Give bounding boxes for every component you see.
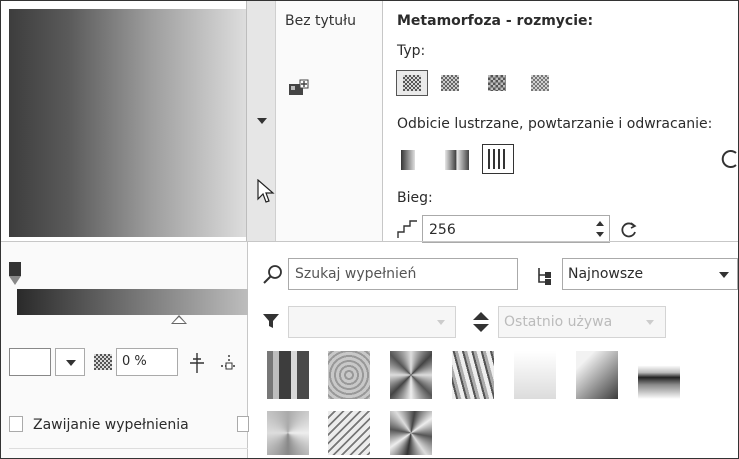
reset-steps-icon[interactable]: [620, 221, 638, 239]
fill-type-heading: Metamorfoza - rozmycie:: [397, 13, 594, 29]
wrap-fill-label: Zawijanie wypełnienia: [33, 417, 189, 433]
steps-spinner[interactable]: [590, 216, 610, 242]
gradient-preview: [9, 9, 247, 237]
sort-tree-icon: [538, 268, 551, 285]
left-bottom-line: [9, 448, 248, 449]
second-checkbox[interactable]: [237, 416, 249, 432]
transparency-value: 0 %: [122, 354, 147, 369]
recent-value: Ostatnio używa: [504, 314, 613, 330]
fill-thumb-1[interactable]: [267, 351, 309, 399]
steps-value: 256: [429, 222, 456, 238]
fill-thumb-4[interactable]: [452, 351, 494, 399]
fill-thumb-9[interactable]: [328, 411, 370, 455]
funnel-icon[interactable]: [262, 312, 280, 330]
fill-thumb-2[interactable]: [328, 351, 370, 399]
type-button-4[interactable]: [531, 75, 549, 91]
mirror-repeat-button[interactable]: [445, 150, 469, 170]
gradient-bar[interactable]: [17, 289, 248, 315]
filter-dropdown[interactable]: [288, 306, 456, 338]
mirror-reverse-button[interactable]: [482, 144, 514, 174]
mirror-label: Odbicie lustrzane, powtarzanie i odwraca…: [397, 116, 713, 132]
mouse-pointer-icon: [257, 179, 275, 203]
chevron-down-icon: [66, 360, 76, 366]
fill-thumb-10[interactable]: [390, 411, 432, 455]
steps-icon: [397, 220, 417, 238]
sort-chevron-down-icon: [719, 272, 729, 278]
transparency-icon: [94, 354, 112, 370]
color-stop-handle[interactable]: [9, 262, 21, 276]
sort-value: Najnowsze: [568, 266, 644, 282]
node-position-icon[interactable]: [188, 352, 206, 374]
node-align-icon[interactable]: [217, 354, 241, 374]
sort-updown-icon[interactable]: [471, 311, 491, 333]
type-label: Typ:: [397, 43, 426, 59]
search-placeholder: Szukaj wypełnień: [295, 266, 417, 282]
add-fill-icon[interactable]: [288, 79, 310, 97]
search-icon: [263, 265, 282, 284]
refresh-icon[interactable]: [721, 148, 739, 170]
fill-properties-window: Bez tytułu Metamorfoza - rozmycie: Typ: …: [0, 0, 739, 459]
midpoint-marker-inner: [173, 317, 185, 323]
object-column: [276, 1, 383, 241]
fill-thumb-6[interactable]: [576, 351, 618, 399]
recent-chevron-down-icon: [646, 320, 654, 325]
wrap-fill-checkbox[interactable]: [9, 416, 23, 432]
color-swatch-picker[interactable]: [9, 348, 51, 376]
fill-thumb-7[interactable]: [638, 351, 680, 399]
fill-thumb-3[interactable]: [390, 351, 432, 399]
type-button-2[interactable]: [441, 75, 459, 91]
mirror-none-button[interactable]: [401, 150, 415, 170]
fill-thumb-5[interactable]: [514, 351, 556, 399]
fill-thumb-8[interactable]: [267, 411, 309, 455]
steps-label: Bieg:: [397, 190, 433, 206]
checker-icon: [403, 75, 421, 91]
type-button-3[interactable]: [488, 75, 506, 91]
color-stop-pointer: [9, 276, 21, 285]
object-tab-label[interactable]: Bez tytułu: [285, 12, 356, 30]
color-dropdown-button[interactable]: [55, 348, 85, 376]
collapse-arrow-icon[interactable]: [257, 118, 267, 124]
filter-chevron-down-icon: [437, 320, 445, 325]
